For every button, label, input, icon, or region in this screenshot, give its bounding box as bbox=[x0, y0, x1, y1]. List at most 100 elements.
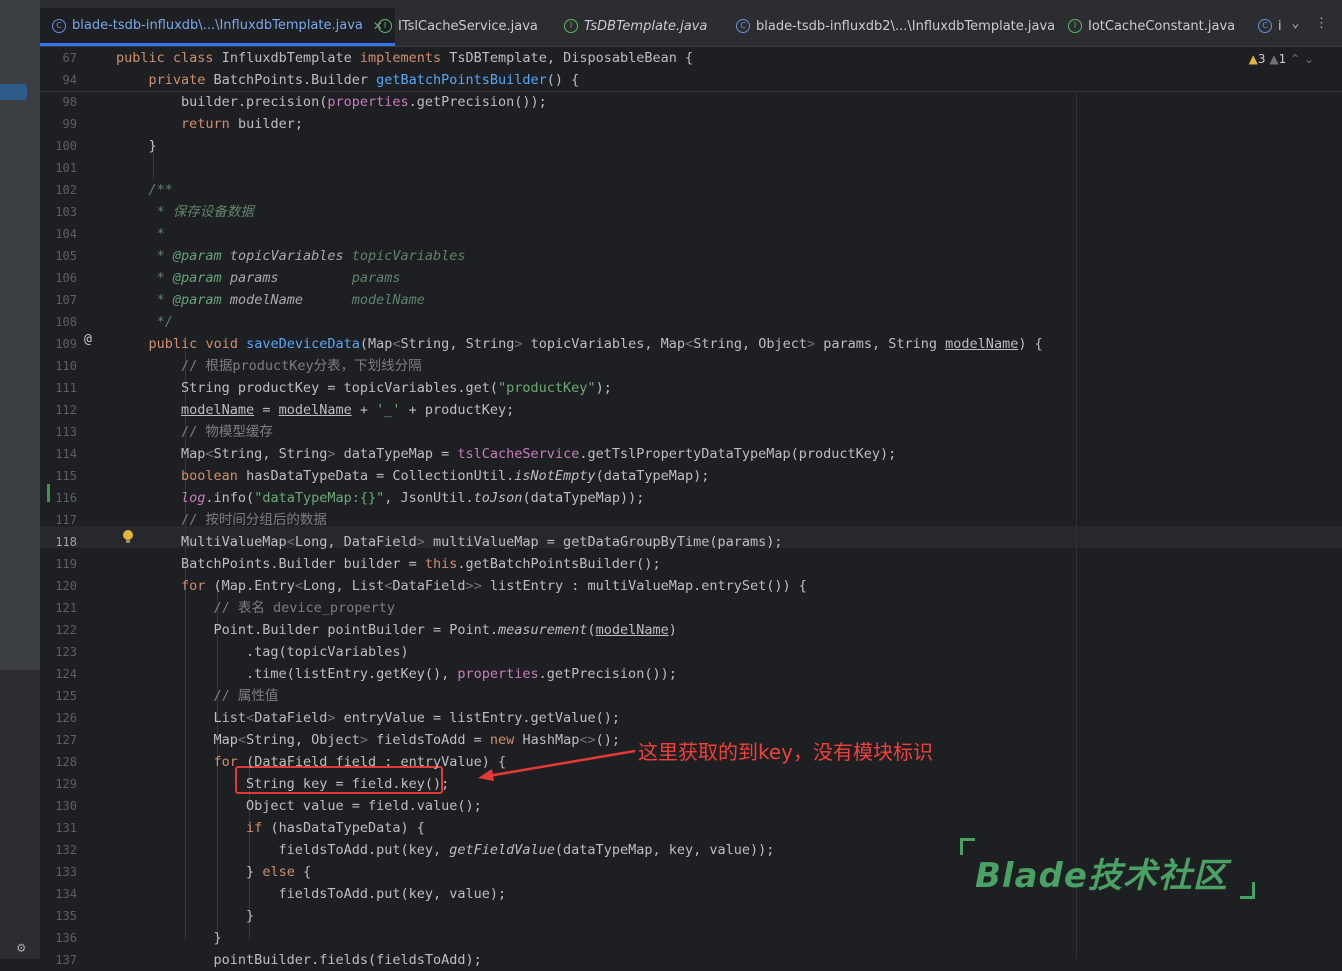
line-number[interactable]: 106 bbox=[40, 267, 77, 289]
chevron-up-icon[interactable]: ⌃ ⌄ bbox=[1290, 52, 1314, 66]
code-line[interactable]: Point.Builder pointBuilder = Point.measu… bbox=[116, 619, 677, 641]
line-number[interactable]: 67 bbox=[40, 47, 77, 69]
line-number[interactable]: 122 bbox=[40, 619, 77, 641]
code-line[interactable]: return builder; bbox=[116, 113, 303, 135]
code-line[interactable]: fieldsToAdd.put(key, getFieldValue(dataT… bbox=[116, 839, 775, 861]
code-line[interactable]: String key = field.key(); bbox=[116, 773, 449, 795]
line-number[interactable]: 128 bbox=[40, 751, 77, 773]
code-line[interactable]: modelName = modelName + '_' + productKey… bbox=[116, 399, 514, 421]
tab-label: ITslCacheService.java bbox=[398, 18, 538, 34]
weak-warning-icon: ▲ bbox=[1269, 52, 1279, 66]
line-number[interactable]: 129 bbox=[40, 773, 77, 795]
tab-itslcacheservice[interactable]: I ITslCacheService.java bbox=[378, 8, 538, 44]
line-number[interactable]: 101 bbox=[40, 157, 77, 179]
line-number[interactable]: 107 bbox=[40, 289, 77, 311]
line-number[interactable]: 102 bbox=[40, 179, 77, 201]
code-line[interactable]: * bbox=[116, 223, 165, 245]
tab-tsdbtemplate[interactable]: I TsDBTemplate.java bbox=[564, 8, 707, 44]
line-number[interactable]: 104 bbox=[40, 223, 77, 245]
code-line[interactable]: .time(listEntry.getKey(), properties.get… bbox=[116, 663, 677, 685]
line-number[interactable]: 117 bbox=[40, 509, 77, 531]
tab-label: blade-tsdb-influxdb\...\InfluxdbTemplate… bbox=[72, 18, 363, 33]
line-number[interactable]: 103 bbox=[40, 201, 77, 223]
implements-gutter-icon[interactable]: @ bbox=[84, 332, 92, 347]
line-number[interactable]: 121 bbox=[40, 597, 77, 619]
code-line[interactable]: } bbox=[116, 927, 222, 949]
line-number[interactable]: 125 bbox=[40, 685, 77, 707]
code-line[interactable]: /** bbox=[116, 179, 173, 201]
line-number[interactable]: 131 bbox=[40, 817, 77, 839]
line-number[interactable]: 133 bbox=[40, 861, 77, 883]
code-line[interactable]: builder.precision(properties.getPrecisio… bbox=[116, 91, 547, 113]
settings-gear-icon[interactable]: ⚙ bbox=[17, 940, 25, 956]
code-line[interactable]: .tag(topicVariables) bbox=[116, 641, 409, 663]
line-number[interactable]: 127 bbox=[40, 729, 77, 751]
line-number[interactable]: 109 bbox=[40, 333, 77, 355]
line-number[interactable]: 123 bbox=[40, 641, 77, 663]
line-number[interactable]: 115 bbox=[40, 465, 77, 487]
code-line[interactable]: // 表名 device_property bbox=[116, 597, 395, 619]
line-number[interactable]: 119 bbox=[40, 553, 77, 575]
code-line[interactable]: Map<String, Object> fieldsToAdd = new Ha… bbox=[116, 729, 620, 751]
line-number[interactable]: 137 bbox=[40, 949, 77, 971]
line-number[interactable]: 116 bbox=[40, 487, 77, 509]
code-line[interactable]: * 保存设备数据 bbox=[116, 201, 254, 223]
inspection-widget[interactable]: ▲3 ▲1 ⌃ ⌄ bbox=[1249, 52, 1314, 66]
code-line[interactable]: // 属性值 bbox=[116, 685, 279, 707]
code-line[interactable]: // 物模型缓存 bbox=[116, 421, 273, 443]
line-number[interactable]: 134 bbox=[40, 883, 77, 905]
code-line[interactable]: * @param params params bbox=[116, 267, 401, 289]
line-number[interactable]: 118 bbox=[40, 531, 77, 553]
line-number[interactable]: 114 bbox=[40, 443, 77, 465]
code-line[interactable]: Map<String, String> dataTypeMap = tslCac… bbox=[116, 443, 896, 465]
line-number[interactable]: 126 bbox=[40, 707, 77, 729]
selected-tool-indicator[interactable] bbox=[0, 84, 27, 100]
line-number[interactable]: 113 bbox=[40, 421, 77, 443]
line-number[interactable]: 136 bbox=[40, 927, 77, 949]
code-line[interactable]: // 按时间分组后的数据 bbox=[116, 509, 327, 531]
code-line[interactable]: public class InfluxdbTemplate implements… bbox=[116, 47, 693, 69]
code-line[interactable]: BatchPoints.Builder builder = this.getBa… bbox=[116, 553, 661, 575]
code-line[interactable]: Object value = field.value(); bbox=[116, 795, 482, 817]
line-number[interactable]: 111 bbox=[40, 377, 77, 399]
watermark-bracket-right bbox=[1240, 882, 1255, 899]
code-line[interactable]: for (DataField field : entryValue) { bbox=[116, 751, 507, 773]
code-line[interactable]: } else { bbox=[116, 861, 311, 883]
tab-list-chevron-icon[interactable]: ⌄ ⋮ bbox=[1292, 16, 1328, 31]
line-number[interactable]: 100 bbox=[40, 135, 77, 157]
line-number[interactable]: 105 bbox=[40, 245, 77, 267]
code-line[interactable]: fieldsToAdd.put(key, value); bbox=[116, 883, 507, 905]
code-line[interactable]: * @param modelName modelName bbox=[116, 289, 425, 311]
code-line[interactable]: } bbox=[116, 905, 254, 927]
line-number[interactable]: 112 bbox=[40, 399, 77, 421]
code-line[interactable]: // 根据productKey分表，下划线分隔 bbox=[116, 355, 422, 377]
tab-influxdb-template[interactable]: C blade-tsdb-influxdb\...\InfluxdbTempla… bbox=[40, 8, 395, 46]
line-number[interactable]: 135 bbox=[40, 905, 77, 927]
line-number[interactable]: 94 bbox=[40, 69, 77, 91]
code-line[interactable]: String productKey = topicVariables.get("… bbox=[116, 377, 612, 399]
line-number[interactable]: 132 bbox=[40, 839, 77, 861]
code-line[interactable]: pointBuilder.fields(fieldsToAdd); bbox=[116, 949, 482, 971]
tab-overflow[interactable]: C i bbox=[1258, 8, 1282, 44]
code-line[interactable]: private BatchPoints.Builder getBatchPoin… bbox=[116, 69, 580, 91]
line-number[interactable]: 98 bbox=[40, 91, 77, 113]
code-line[interactable]: MultiValueMap<Long, DataField> multiValu… bbox=[116, 531, 783, 553]
code-line[interactable]: boolean hasDataTypeData = CollectionUtil… bbox=[116, 465, 709, 487]
code-line[interactable]: List<DataField> entryValue = listEntry.g… bbox=[116, 707, 620, 729]
tab-label: blade-tsdb-influxdb2\...\InfluxdbTemplat… bbox=[756, 18, 1056, 34]
line-number[interactable]: 108 bbox=[40, 311, 77, 333]
code-line[interactable]: for (Map.Entry<Long, List<DataField>> li… bbox=[116, 575, 807, 597]
tab-influxdb2-template[interactable]: C blade-tsdb-influxdb2\...\InfluxdbTempl… bbox=[736, 8, 1055, 44]
line-number[interactable]: 130 bbox=[40, 795, 77, 817]
tab-iotcacheconstant[interactable]: I IotCacheConstant.java bbox=[1068, 8, 1235, 44]
line-number[interactable]: 99 bbox=[40, 113, 77, 135]
code-line[interactable]: public void saveDeviceData(Map<String, S… bbox=[116, 333, 1043, 355]
code-line[interactable]: */ bbox=[116, 311, 173, 333]
code-line[interactable]: * @param topicVariables topicVariables bbox=[116, 245, 466, 267]
line-number[interactable]: 120 bbox=[40, 575, 77, 597]
code-line[interactable]: } bbox=[116, 135, 157, 157]
line-number[interactable]: 124 bbox=[40, 663, 77, 685]
line-number[interactable]: 110 bbox=[40, 355, 77, 377]
code-line[interactable]: if (hasDataTypeData) { bbox=[116, 817, 425, 839]
code-line[interactable]: log.info("dataTypeMap:{}", JsonUtil.toJs… bbox=[116, 487, 644, 509]
